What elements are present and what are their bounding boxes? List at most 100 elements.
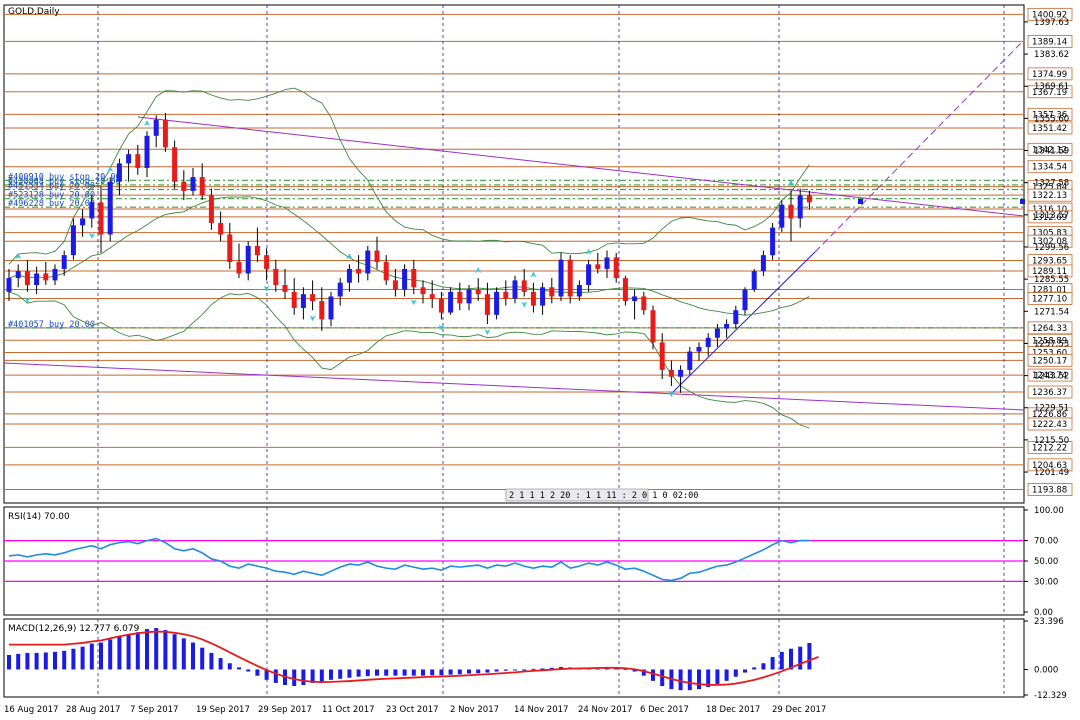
macd-bar [531,668,536,670]
candle-body [678,369,684,377]
macd-bar [126,634,131,670]
candle-body [310,294,316,302]
macd-bar [697,669,701,690]
candle-body [760,255,766,272]
price-tick-label: 1285.55 [1034,275,1069,285]
candle-body [668,369,674,377]
candle-body [402,268,408,290]
candle-body [586,264,592,285]
price-tick-label: 1397.63 [1034,18,1069,28]
candle-body [273,268,279,285]
candle-body [641,296,647,311]
candle-body [199,177,205,196]
macd-bar [365,669,370,677]
candle-body [34,273,40,285]
macd-bar [163,630,168,670]
candle-body [135,154,141,168]
candle-body [448,291,454,313]
candle-body [576,284,582,297]
candle-body [80,218,86,226]
candle-body [116,163,122,182]
price-tick-label: 1355.60 [1034,114,1069,124]
candle-body [300,294,306,308]
price-level-label: 1264.33 [1032,324,1067,334]
candle-body [650,310,656,343]
macd-bar [752,667,757,670]
macd-bar [43,652,48,670]
candle-body [392,280,398,290]
candle-body [475,289,481,295]
macd-bar [733,669,738,677]
macd-bar [687,669,692,691]
price-tick-label: 1257.53 [1034,339,1069,349]
candle-body [356,268,362,274]
candle-body [466,289,472,304]
macd-bar [743,669,747,673]
macd-bar [16,653,21,670]
candle-body [227,234,233,263]
macd-bar [218,658,223,670]
macd-bar [7,654,11,670]
macd-bar [513,669,517,671]
candle-body [779,204,785,228]
candle-body [70,225,76,256]
candle-body [457,291,463,304]
candle-body [107,181,113,235]
price-tick-label: 1201.49 [1034,468,1069,478]
candle-body [438,298,444,313]
candle-body [181,181,187,191]
price-marker [858,199,863,204]
price-marker [1020,199,1025,204]
macd-bar [154,628,159,670]
macd-tick-label: 0.000 [1034,665,1058,675]
macd-bar [329,669,333,680]
macd-bar [770,657,775,670]
candle-body [613,257,619,279]
macd-bar [99,642,103,670]
macd-bar [246,669,251,672]
macd-bar [476,669,481,674]
candle-body [797,195,803,219]
date-label: 11 Oct 2017 [322,705,375,715]
macd-bar [200,647,205,670]
candle-body [540,287,546,306]
candle-body [61,255,67,269]
macd-bar [715,669,720,684]
candle-body [521,280,527,292]
macd-bar [108,639,113,670]
server-clock: 2 1 1 1 2 20 : 1 1 11 : 2 0 1 0 02:00 [505,488,698,502]
macd-bar [448,669,453,675]
price-tick-label: 1383.62 [1034,50,1069,60]
macd-bar [393,669,398,676]
price-tick-label: 1341.59 [1034,147,1069,157]
macd-bar [522,669,527,671]
candle-body [291,291,297,308]
date-label: 14 Nov 2017 [514,705,568,715]
candle-body [190,177,196,191]
macd-bar [439,669,444,676]
macd-bar [761,663,766,670]
trading-chart[interactable]: #400910 buy stop 20.00#438888 buy stop 2… [0,0,1080,720]
candle-body [411,268,417,288]
price-level-label: 1222.43 [1032,420,1067,430]
price-level-label: 1322.13 [1032,191,1067,201]
date-label: 23 Oct 2017 [386,705,439,715]
candle-body [264,255,270,269]
candle-body [43,273,49,281]
candle-body [632,296,638,302]
candle-body [494,291,500,315]
price-level-label: 1351.42 [1032,124,1067,134]
price-tick-label: 1313.57 [1034,211,1069,221]
macd-bar [457,669,462,675]
candle-body [346,268,352,283]
price-tick-label: 1327.58 [1034,179,1069,189]
rsi-tick-label: 70.00 [1034,537,1058,547]
candle-body [328,296,334,320]
candle-body [6,278,12,292]
macd-bar [145,629,149,670]
candle-body [52,268,58,281]
candle-body [126,154,132,164]
price-tick-label: 1271.54 [1034,307,1069,317]
macd-bar [467,669,471,674]
price-tick-label: 1215.50 [1034,436,1069,446]
